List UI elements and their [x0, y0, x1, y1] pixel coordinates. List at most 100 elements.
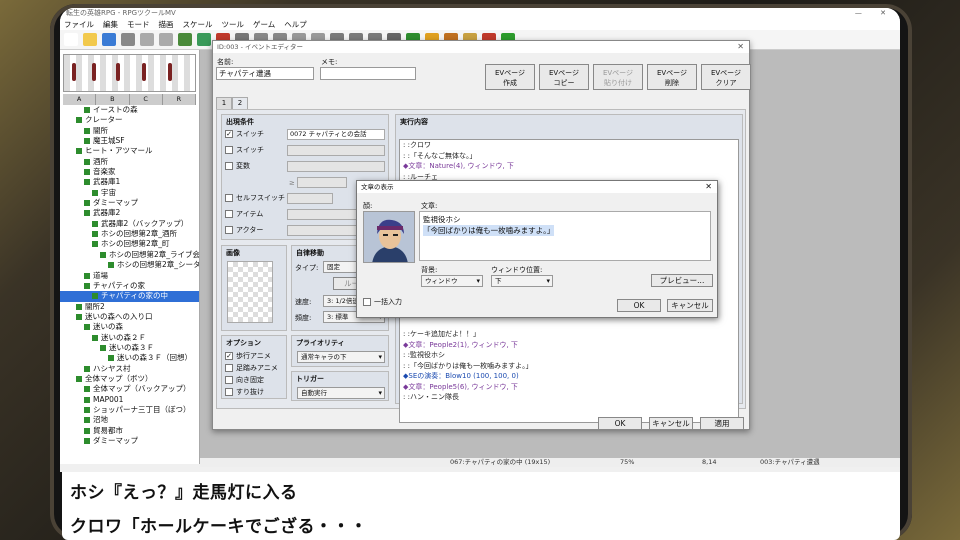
map-tree-item[interactable]: チャパティの家	[60, 281, 199, 291]
option-checkbox[interactable]: 足踏みアニメ	[225, 363, 278, 374]
tileset-tab-b[interactable]: B	[96, 94, 130, 105]
variable-checkbox[interactable]: 変数	[225, 161, 250, 172]
checkbox-box[interactable]	[225, 364, 233, 372]
map-tree-item[interactable]: 迷いの森２Ｆ	[60, 333, 199, 343]
undo-icon[interactable]	[178, 33, 192, 46]
tileset-tab-r[interactable]: R	[163, 94, 196, 105]
item-checkbox[interactable]: アイテム	[225, 209, 263, 220]
window-controls[interactable]: — ✕	[855, 8, 894, 19]
map-tree-item[interactable]: クレーター	[60, 115, 199, 125]
message-text-area[interactable]: 監視役ホシ 「今回ばかりは俺も一枚噛みますよ。」	[419, 211, 711, 261]
command-line[interactable]: ◆文章：People2(1), ウィンドウ, 下	[400, 340, 738, 351]
new-icon[interactable]	[64, 33, 78, 46]
ev-page-button-1[interactable]: EVページ 作成	[485, 64, 535, 90]
map-tree-item[interactable]: ホシの回想第2章_シータの家	[60, 260, 199, 270]
checkbox-box[interactable]	[225, 388, 233, 396]
map-tree-item[interactable]: 沼地	[60, 415, 199, 425]
event-name-input[interactable]: チャパティ遭遇	[216, 67, 314, 80]
actor-checkbox[interactable]: アクター	[225, 225, 263, 236]
menu-item[interactable]: ゲーム	[253, 19, 275, 30]
command-line[interactable]: : :「今回ばかりは俺も一枚噛みますよ。」	[400, 361, 738, 372]
map-tree-item[interactable]: ホシの回想第2章_酒所	[60, 229, 199, 239]
command-line[interactable]: : :監視役ホシ	[400, 350, 738, 361]
apply-button[interactable]: 適用	[700, 417, 744, 430]
map-tree-item[interactable]: ハシヤス村	[60, 364, 199, 374]
command-line[interactable]	[400, 319, 738, 330]
menu-item[interactable]: モード	[127, 19, 150, 30]
self-switch-checkbox[interactable]: セルフスイッチ	[225, 193, 285, 204]
menu-item[interactable]: ヘルプ	[284, 19, 307, 30]
map-tree-item[interactable]: ホシの回想第2章_ライブ会館	[60, 250, 199, 260]
map-tree-item[interactable]: ホシの回想第2章_町	[60, 239, 199, 249]
background-dropdown[interactable]: ウィンドウ	[421, 275, 483, 287]
cancel-button[interactable]: キャンセル	[649, 417, 693, 430]
command-line[interactable]: : :ハン・ニン隊長	[400, 392, 738, 403]
batch-input-checkbox[interactable]: 一括入力	[363, 297, 402, 308]
map-tree-item[interactable]: 貿易都市	[60, 426, 199, 436]
map-tree-item[interactable]: 闇所2	[60, 302, 199, 312]
option-checkbox[interactable]: ✓ 歩行アニメ	[225, 351, 271, 362]
menu-item[interactable]: 描画	[159, 19, 174, 30]
dialog-cancel-button[interactable]: キャンセル	[667, 299, 713, 312]
map-tree-item[interactable]: 道場	[60, 271, 199, 281]
map-tree-item[interactable]: ヒート・アツマール	[60, 146, 199, 156]
map-tree-item[interactable]: 全体マップ（バックアップ）	[60, 384, 199, 394]
switch1-checkbox[interactable]: ✓ スイッチ	[225, 129, 264, 140]
menu-item[interactable]: 編集	[103, 19, 118, 30]
map-tree-item[interactable]: 迷いの森３Ｆ（回想）	[60, 353, 199, 363]
map-tree-item[interactable]: 音楽家	[60, 167, 199, 177]
command-line[interactable]: : :クロワ	[400, 140, 738, 151]
map-tree-item[interactable]: 武器庫2	[60, 208, 199, 218]
priority-dropdown[interactable]: 通常キャラの下	[297, 351, 385, 363]
event-image-slot[interactable]	[227, 261, 273, 323]
map-tree-item[interactable]: 魔王城SF	[60, 136, 199, 146]
map-tree-item[interactable]: MAP001	[60, 395, 199, 405]
face-portrait[interactable]	[363, 211, 415, 263]
option-checkbox[interactable]: 向き固定	[225, 375, 264, 386]
menu-item[interactable]: ツール	[222, 19, 245, 30]
window-position-dropdown[interactable]: 下	[491, 275, 553, 287]
map-tree-item[interactable]: 迷いの森への入り口	[60, 312, 199, 322]
map-tree-item[interactable]: 迷いの森３Ｆ	[60, 343, 199, 353]
map-tree-item[interactable]: ダミーマップ	[60, 198, 199, 208]
cut-icon[interactable]	[121, 33, 135, 46]
map-tree-item[interactable]: 闇所	[60, 126, 199, 136]
ev-page-button-3[interactable]: EVページ 貼り付け	[593, 64, 643, 90]
map-tree-item[interactable]: 武器庫1	[60, 177, 199, 187]
ev-page-button-5[interactable]: EVページ クリア	[701, 64, 751, 90]
map-tree-item[interactable]: 宇宙	[60, 188, 199, 198]
preview-button[interactable]: プレビュー...	[651, 274, 713, 287]
switch2-checkbox[interactable]: スイッチ	[225, 145, 264, 156]
dialog-ok-button[interactable]: OK	[617, 299, 661, 312]
map-tree-item[interactable]: チャパティの家の中	[60, 291, 199, 302]
command-line[interactable]: : :「そんなご無体な。」	[400, 151, 738, 162]
checkbox-box[interactable]	[225, 376, 233, 384]
close-icon[interactable]: ✕	[705, 181, 712, 193]
tileset-tab-a[interactable]: A	[63, 94, 97, 105]
ev-page-button-2[interactable]: EVページ コピー	[539, 64, 589, 90]
page-tab-2[interactable]: 2	[232, 97, 248, 109]
command-line[interactable]: ◆文章：People5(6), ウィンドウ, 下	[400, 382, 738, 393]
command-line[interactable]: ◆SEの演奏：Blow10 (100, 100, 0)	[400, 371, 738, 382]
ev-page-button-4[interactable]: EVページ 削除	[647, 64, 697, 90]
menu-item[interactable]: ファイル	[64, 19, 94, 30]
map-tree-item[interactable]: 武器庫2（バックアップ）	[60, 219, 199, 229]
trigger-dropdown[interactable]: 自動実行	[297, 387, 385, 399]
save-icon[interactable]	[102, 33, 116, 46]
checkbox-box[interactable]: ✓	[225, 352, 233, 360]
map-tree-item[interactable]: ダミーマップ	[60, 436, 199, 446]
tileset-palette[interactable]	[63, 54, 196, 92]
copy-icon[interactable]	[140, 33, 154, 46]
map-mode-icon[interactable]	[197, 33, 211, 46]
command-line[interactable]: ◆文章：Nature(4), ウィンドウ, 下	[400, 161, 738, 172]
tileset-tab-c[interactable]: C	[130, 94, 163, 105]
command-line[interactable]: : :ケーキ追加だよ！！」	[400, 329, 738, 340]
switch1-field[interactable]: 0072 チャパティとの会話	[287, 129, 385, 140]
ok-button[interactable]: OK	[598, 417, 642, 430]
map-tree-item[interactable]: ショッパーナ三丁目（ぼつ）	[60, 405, 199, 415]
map-tree-item[interactable]: 迷いの森	[60, 322, 199, 332]
menu-item[interactable]: スケール	[183, 19, 213, 30]
open-icon[interactable]	[83, 33, 97, 46]
option-checkbox[interactable]: すり抜け	[225, 387, 264, 398]
close-icon[interactable]: ✕	[737, 41, 744, 53]
